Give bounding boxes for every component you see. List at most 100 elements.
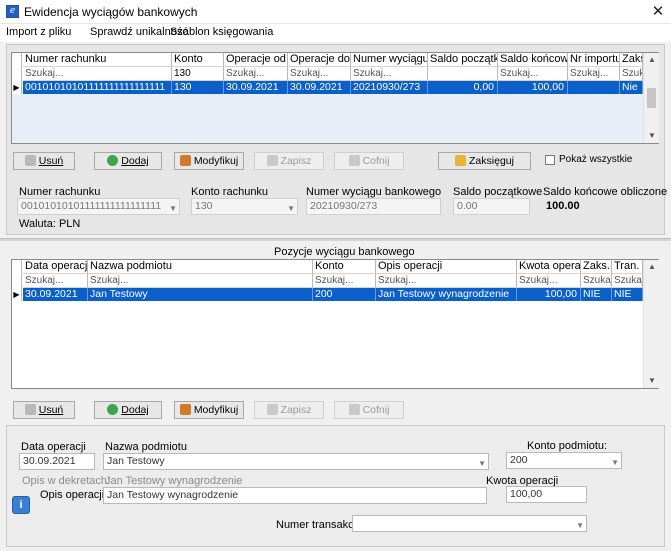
table-row-op-to[interactable]: 30.09.2021 xyxy=(288,81,351,94)
row-pointer-icon: ▶ xyxy=(12,81,22,94)
col-header-description[interactable]: Opis operacji xyxy=(376,260,517,274)
search-closing[interactable]: Szukaj... xyxy=(498,67,568,81)
show-all-checkbox[interactable] xyxy=(545,155,555,165)
scroll-up-icon[interactable]: ▲ xyxy=(644,262,660,271)
col-header-import[interactable]: Nr importu xyxy=(568,53,620,67)
search-op-from[interactable]: Szukaj... xyxy=(224,67,288,81)
decree-value: Jan Testowy wynagrodzenie xyxy=(105,475,243,487)
undo-button[interactable]: Cofnij xyxy=(334,401,404,419)
col-header-closing[interactable]: Saldo końcowe xyxy=(498,53,568,67)
search-posted[interactable]: Szuka xyxy=(620,67,643,81)
undo-button[interactable]: Cofnij xyxy=(334,152,404,170)
delete-button[interactable]: Usuń xyxy=(13,152,75,170)
entity-konto-combo[interactable]: 200 ▼ xyxy=(506,452,622,469)
entity-combo[interactable]: Jan Testowy ▼ xyxy=(103,453,489,470)
col-header-konto[interactable]: Konto xyxy=(313,260,376,274)
table-row-description[interactable]: Jan Testowy wynagrodzenie xyxy=(376,288,517,301)
entity-konto-label: Konto podmiotu: xyxy=(527,440,608,452)
closing-label: Saldo końcowe obliczone xyxy=(543,186,668,198)
statement-label: Numer wyciągu bankowego xyxy=(306,186,442,198)
col-header-posted[interactable]: Zaks. xyxy=(620,53,643,67)
transaction-combo[interactable]: ▼ xyxy=(352,515,587,532)
info-icon[interactable]: i xyxy=(12,496,30,514)
table-row-konto[interactable]: 130 xyxy=(172,81,224,94)
delete-button[interactable]: Usuń xyxy=(13,401,75,419)
search-posted[interactable]: Szukaj xyxy=(581,274,612,288)
chevron-down-icon: ▼ xyxy=(287,204,295,213)
table-row-import[interactable] xyxy=(568,81,620,94)
table-row-op-from[interactable]: 30.09.2021 xyxy=(224,81,288,94)
scroll-down-icon[interactable]: ▼ xyxy=(644,376,660,385)
add-button[interactable]: Dodaj xyxy=(94,401,162,419)
table-row-amount[interactable]: 100,00 xyxy=(517,288,581,301)
top-grid-scrollbar[interactable]: ▲ ▼ xyxy=(643,53,659,143)
table-row-opening[interactable]: 0,00 xyxy=(428,81,498,94)
add-button[interactable]: Dodaj xyxy=(94,152,162,170)
col-header-op-from[interactable]: Operacje od xyxy=(224,53,288,67)
col-header-op-to[interactable]: Operacje do xyxy=(288,53,351,67)
save-button[interactable]: Zapisz xyxy=(254,152,324,170)
search-amount[interactable]: Szukaj... xyxy=(517,274,581,288)
search-statement[interactable]: Szukaj... xyxy=(351,67,428,81)
col-header-amount[interactable]: Kwota operacji xyxy=(517,260,581,274)
col-header-statement[interactable]: Numer wyciągu xyxy=(351,53,428,67)
search-import[interactable]: Szukaj... xyxy=(568,67,620,81)
pencil-icon xyxy=(179,155,191,166)
statement-field[interactable]: 20210930/273 xyxy=(306,198,441,215)
entity-label: Nazwa podmiotu xyxy=(105,441,187,453)
save-button[interactable]: Zapisz xyxy=(254,401,324,419)
search-opening[interactable] xyxy=(428,67,498,81)
grid-corner xyxy=(12,260,22,288)
col-header-date[interactable]: Data operacji xyxy=(23,260,88,274)
date-field[interactable]: 30.09.2021 xyxy=(19,453,95,470)
search-op-to[interactable]: Szukaj... xyxy=(288,67,351,81)
menu-posting-template[interactable]: Szablon księgowania xyxy=(170,26,273,38)
table-row-account[interactable]: 00101010101111111111111111 xyxy=(23,81,172,94)
search-date[interactable]: Szukaj... xyxy=(23,274,88,288)
currency-label: Waluta: PLN xyxy=(19,218,81,230)
table-row-tran[interactable]: NIE xyxy=(612,288,643,301)
close-icon[interactable]: ✕ xyxy=(648,2,668,22)
scroll-up-icon[interactable]: ▲ xyxy=(644,55,660,64)
modify-button[interactable]: Modyfikuj xyxy=(174,152,244,170)
amount-field[interactable]: 100,00 xyxy=(506,486,587,503)
post-button[interactable]: Zaksięguj xyxy=(438,152,531,170)
col-header-account[interactable]: Numer rachunku xyxy=(23,53,172,67)
opening-label: Saldo początkowe xyxy=(453,186,543,198)
search-description[interactable]: Szukaj... xyxy=(376,274,517,288)
table-row-entity[interactable]: Jan Testowy xyxy=(88,288,313,301)
table-row-statement[interactable]: 20210930/273 xyxy=(351,81,428,94)
modify-button[interactable]: Modyfikuj xyxy=(174,401,244,419)
scroll-thumb[interactable] xyxy=(647,88,656,108)
search-tran[interactable]: Szukaj xyxy=(612,274,643,288)
search-account[interactable]: Szukaj... xyxy=(23,67,172,81)
col-header-opening[interactable]: Saldo początk. xyxy=(428,53,498,67)
table-row-konto[interactable]: 200 xyxy=(313,288,376,301)
splitter[interactable] xyxy=(0,238,671,241)
transaction-label: Numer transakcji: xyxy=(276,519,362,531)
chevron-down-icon: ▼ xyxy=(478,459,486,468)
positions-scrollbar[interactable]: ▲ ▼ xyxy=(643,260,659,388)
table-row-closing[interactable]: 100,00 xyxy=(498,81,568,94)
konto-combo[interactable]: 130 ▼ xyxy=(191,198,298,215)
undo-arrow-icon xyxy=(348,404,360,415)
table-row-date[interactable]: 30.09.2021 xyxy=(23,288,88,301)
col-header-entity[interactable]: Nazwa podmiotu xyxy=(88,260,313,274)
col-header-posted[interactable]: Zaks. xyxy=(581,260,612,274)
table-row-posted[interactable]: Nie xyxy=(620,81,643,94)
search-konto[interactable]: 130 xyxy=(172,67,224,81)
date-label: Data operacji xyxy=(21,441,86,453)
statements-grid: Numer rachunku Konto Operacje od Operacj… xyxy=(11,52,659,144)
menu-bar: Import z pliku Sprawdź unikalność Szablo… xyxy=(0,24,671,42)
row-pointer-icon: ▶ xyxy=(12,288,22,301)
table-row-posted[interactable]: NIE xyxy=(581,288,612,301)
opening-field[interactable]: 0.00 xyxy=(453,198,530,215)
scroll-down-icon[interactable]: ▼ xyxy=(644,131,660,140)
col-header-tran[interactable]: Tran. xyxy=(612,260,643,274)
menu-import[interactable]: Import z pliku xyxy=(6,26,71,38)
col-header-konto[interactable]: Konto xyxy=(172,53,224,67)
account-combo[interactable]: 00101010101111111111111111 ▼ xyxy=(17,198,180,215)
description-field[interactable]: Jan Testowy wynagrodzenie xyxy=(103,487,487,504)
search-entity[interactable]: Szukaj... xyxy=(88,274,313,288)
search-konto[interactable]: Szukaj... xyxy=(313,274,376,288)
